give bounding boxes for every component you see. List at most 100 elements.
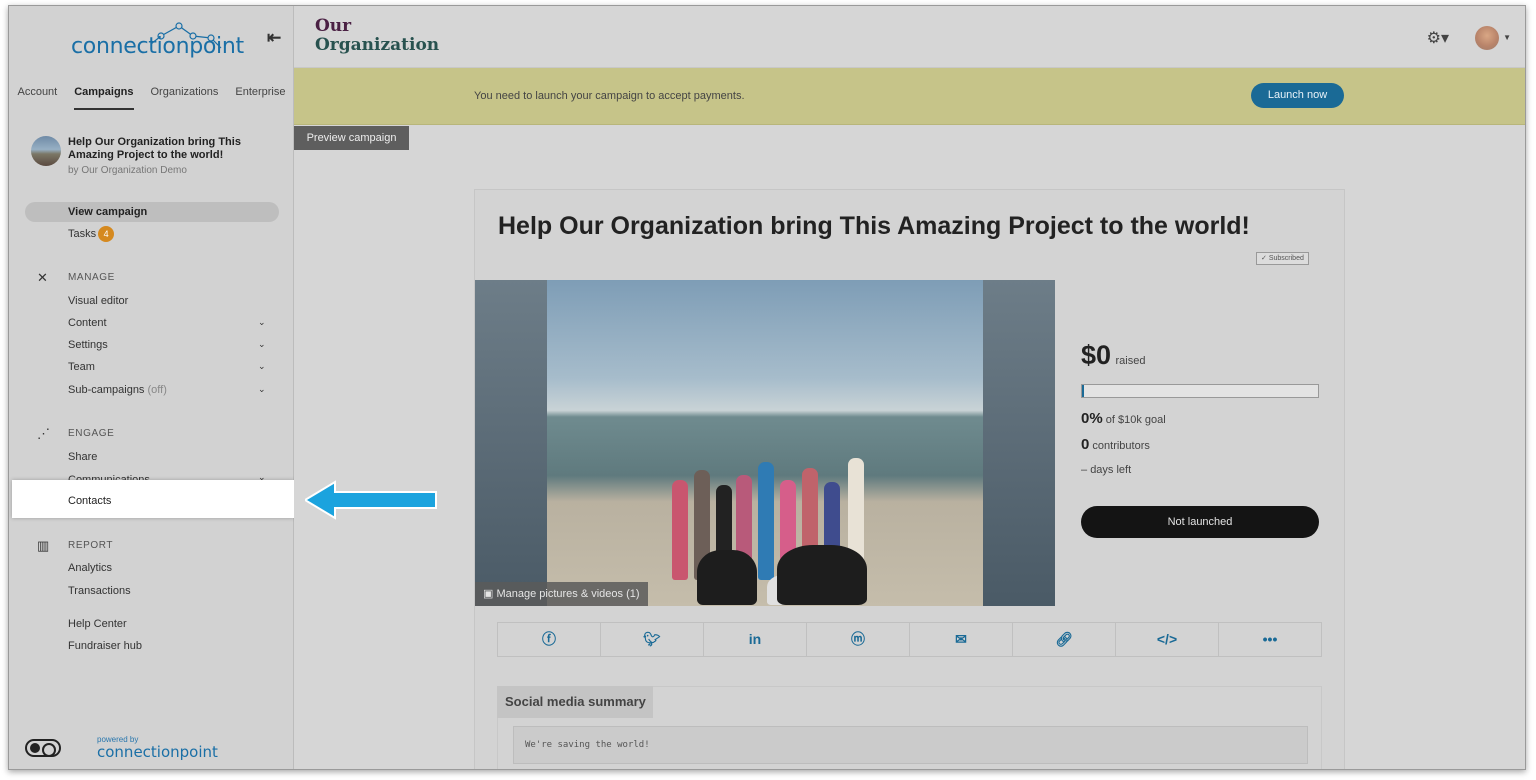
person — [672, 480, 688, 580]
callout-arrow-icon — [305, 480, 437, 520]
campaign-stats: $0 raised 0% of $10k goal 0 contributors… — [1081, 340, 1321, 476]
top-nav: Account Campaigns Organizations Enterpri… — [9, 86, 294, 110]
contributors-count: 0 — [1081, 436, 1090, 453]
image-icon: ▣ — [483, 588, 494, 600]
sidebar-item-help-center[interactable]: Help Center — [68, 616, 127, 632]
campaign-header[interactable]: Help Our Organization bring This Amazing… — [31, 134, 286, 184]
days-label: days left — [1090, 464, 1132, 476]
launch-now-button[interactable]: Launch now — [1251, 83, 1344, 108]
report-heading: REPORT — [68, 540, 114, 551]
linkedin-icon[interactable]: in — [704, 623, 807, 656]
main-content: Our Organization ⚙▾ ▼ You need to launch… — [294, 6, 1525, 769]
sidebar-item-transactions[interactable]: Transactions — [68, 583, 131, 599]
sidebar-item-contacts[interactable]: Contacts — [68, 495, 111, 507]
raised-label: raised — [1115, 355, 1146, 367]
theme-toggle[interactable] — [25, 739, 61, 757]
powered-by-logo[interactable]: connectionpoint — [97, 743, 218, 761]
tasks-label: Tasks — [68, 228, 97, 240]
sidebar-item-fundraiser-hub[interactable]: Fundraiser hub — [68, 638, 142, 654]
manage-media-button[interactable]: ▣ Manage pictures & videos (1) — [475, 582, 648, 606]
active-item-highlight — [25, 202, 279, 222]
sidebar-item-tasks[interactable]: Tasks 4 — [68, 226, 115, 243]
sidebar-item-content[interactable]: Content — [68, 315, 107, 331]
sidebar-item-settings[interactable]: Settings — [68, 337, 108, 353]
twitter-icon[interactable]: 🐦︎ — [601, 623, 704, 656]
user-avatar[interactable] — [1475, 26, 1499, 50]
org-logo-line1: Our — [315, 16, 352, 36]
percent-value: 0% — [1081, 410, 1103, 427]
chevron-down-icon[interactable]: ⌄ — [258, 361, 266, 372]
trash-bags — [697, 525, 867, 605]
goal-text: of $10k goal — [1105, 414, 1166, 426]
banner-message: You need to launch your campaign to acce… — [474, 90, 745, 102]
share-bar: ⓕ 🐦︎ in ⓜ ✉ 🔗︎ </> ••• — [497, 622, 1322, 657]
nav-tab-campaigns[interactable]: Campaigns — [74, 86, 134, 110]
chevron-down-icon[interactable]: ▼ — [1503, 33, 1511, 42]
contributors-label: contributors — [1092, 440, 1150, 452]
manage-media-label: Manage pictures & videos (1) — [496, 588, 640, 600]
top-bar: Our Organization ⚙▾ ▼ — [294, 6, 1525, 68]
contacts-highlight — [12, 480, 294, 518]
campaign-card-title: Help Our Organization bring This Amazing… — [498, 212, 1250, 240]
engage-network-icon: ⋰ — [37, 426, 50, 441]
more-icon[interactable]: ••• — [1219, 623, 1321, 656]
goal-stat: 0% of $10k goal — [1081, 410, 1166, 427]
tasks-count-badge: 4 — [98, 226, 115, 243]
collapse-sidebar-icon[interactable]: ⇤ — [267, 28, 287, 48]
sidebar-item-team[interactable]: Team — [68, 359, 95, 375]
chevron-down-icon[interactable]: ⌄ — [258, 317, 266, 328]
media-blur-right — [983, 280, 1055, 606]
link-icon[interactable]: 🔗︎ — [1013, 623, 1116, 656]
campaign-media[interactable]: ▣ Manage pictures & videos (1) — [475, 280, 1055, 606]
chevron-down-icon[interactable]: ⌄ — [258, 339, 266, 350]
contributors-stat: 0 contributors — [1081, 436, 1150, 453]
subscribed-badge[interactable]: ✓ Subscribed — [1256, 252, 1309, 265]
launch-banner: You need to launch your campaign to acce… — [294, 68, 1525, 125]
sidebar: connectionpoint ⇤ Account Campaigns Orga… — [9, 6, 294, 769]
campaign-owner: by Our Organization Demo — [68, 165, 187, 176]
sidebar-item-sub-campaigns[interactable]: Sub-campaigns (off) — [68, 382, 167, 398]
check-icon: ✓ — [1261, 255, 1267, 262]
media-blur-left — [475, 280, 547, 606]
nav-tab-organizations[interactable]: Organizations — [151, 86, 219, 110]
sidebar-item-view-campaign[interactable]: View campaign — [68, 204, 147, 220]
sidebar-item-share[interactable]: Share — [68, 449, 97, 465]
logo-text: connectionpoint — [71, 34, 244, 59]
days-left-stat: – days left — [1081, 464, 1131, 476]
tools-icon: ✕ — [37, 270, 48, 285]
raised-amount: $0 — [1081, 340, 1112, 370]
embed-icon[interactable]: </> — [1116, 623, 1219, 656]
org-logo-line2: Organization — [315, 35, 440, 55]
email-icon[interactable]: ✉ — [910, 623, 1013, 656]
organization-logo[interactable]: Our Organization — [315, 17, 439, 55]
subscribed-label: Subscribed — [1268, 255, 1304, 262]
preview-campaign-button[interactable]: Preview campaign — [294, 126, 409, 150]
campaign-avatar — [31, 136, 61, 166]
facebook-icon[interactable]: ⓕ — [498, 623, 601, 656]
social-summary-text[interactable]: We're saving the world! — [513, 726, 1308, 764]
sub-campaigns-label: Sub-campaigns — [68, 384, 145, 396]
chevron-down-icon[interactable]: ⌄ — [258, 384, 266, 395]
sidebar-item-analytics[interactable]: Analytics — [68, 560, 112, 576]
progress-fill — [1082, 385, 1085, 397]
sub-campaigns-status: (off) — [147, 384, 167, 396]
manage-heading: MANAGE — [68, 272, 115, 283]
report-chart-icon: ▥ — [37, 538, 50, 553]
messenger-icon[interactable]: ⓜ — [807, 623, 910, 656]
not-launched-button[interactable]: Not launched — [1081, 506, 1319, 538]
gear-icon[interactable]: ⚙▾ — [1427, 28, 1449, 48]
bag — [697, 550, 757, 605]
connectionpoint-logo[interactable]: connectionpoint — [71, 22, 244, 62]
app-window: connectionpoint ⇤ Account Campaigns Orga… — [8, 5, 1526, 770]
campaign-title: Help Our Organization bring This Amazing… — [68, 136, 241, 161]
campaign-photo — [547, 280, 983, 606]
sidebar-item-visual-editor[interactable]: Visual editor — [68, 293, 128, 309]
progress-bar — [1081, 384, 1319, 398]
bag — [777, 545, 867, 605]
nav-tab-account[interactable]: Account — [17, 86, 57, 110]
campaign-card: Help Our Organization bring This Amazing… — [474, 189, 1345, 769]
days-value: – — [1081, 464, 1088, 476]
social-summary-heading: Social media summary — [497, 686, 653, 718]
engage-heading: ENGAGE — [68, 428, 115, 439]
nav-tab-enterprise[interactable]: Enterprise — [235, 86, 285, 110]
